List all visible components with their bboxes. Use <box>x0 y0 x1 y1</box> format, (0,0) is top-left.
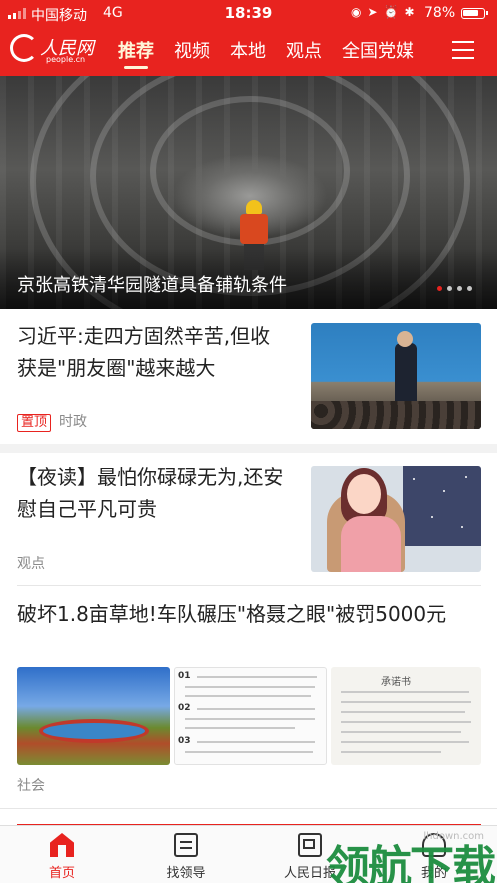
carousel-dot <box>447 286 452 291</box>
carousel-dot <box>437 286 442 291</box>
logo-emblem-icon <box>10 34 38 62</box>
tab-label: 人民日报 <box>283 866 336 881</box>
status-time: 18:39 <box>224 4 273 22</box>
crowd <box>311 401 481 429</box>
logo-domain: people.cn <box>46 55 86 64</box>
figure-dress <box>341 516 401 572</box>
article-image-pledge[interactable]: 承诺书 <box>331 667 481 765</box>
article-category: 观点 <box>17 556 45 572</box>
figure-body <box>395 343 417 403</box>
menu-icon[interactable] <box>452 41 474 59</box>
carousel-dots <box>437 286 472 291</box>
article-title[interactable]: 破坏1.8亩草地!车队碾压"格聂之眼"被罚5000元 <box>17 598 487 630</box>
doc-number: 01 <box>178 671 191 681</box>
battery-percent: 78% <box>424 5 456 21</box>
article-category: 时政 <box>59 414 88 430</box>
next-item-edge <box>0 808 497 827</box>
chat-icon <box>174 833 198 857</box>
night-window <box>403 466 481 546</box>
channel-tabs: 推荐 视频 本地 观点 全国党媒 <box>118 37 434 71</box>
doc-number: 02 <box>178 703 191 713</box>
tab-opinion[interactable]: 观点 <box>286 37 322 71</box>
user-icon <box>422 833 446 857</box>
tab-recommend[interactable]: 推荐 <box>118 37 154 71</box>
figure-face <box>347 474 381 514</box>
article-title[interactable]: 【夜读】最怕你碌碌无为,还安慰自己平凡可贵 <box>17 461 292 525</box>
pledge-heading: 承诺书 <box>381 677 411 688</box>
tab-mine[interactable]: 我的 <box>372 826 496 883</box>
section-divider <box>0 444 497 453</box>
figure-head <box>397 331 413 347</box>
article-image-grassland[interactable] <box>17 667 170 765</box>
home-icon <box>50 833 74 857</box>
doc-number: 03 <box>178 736 191 746</box>
tab-video[interactable]: 视频 <box>174 37 210 71</box>
article-category: 社会 <box>17 778 45 794</box>
tab-national-media[interactable]: 全国党媒 <box>342 37 414 71</box>
list-item[interactable]: 【夜读】最怕你碌碌无为,还安慰自己平凡可贵 观点 <box>0 453 497 585</box>
tab-find-leader[interactable]: 找领导 <box>124 826 248 883</box>
system-status-icons: ◉➤⏰✱ <box>351 5 421 19</box>
list-item[interactable]: 习近平:走四方固然辛苦,但收获是"朋友圈"越来越大 置顶 时政 <box>0 309 497 444</box>
article-title[interactable]: 习近平:走四方固然辛苦,但收获是"朋友圈"越来越大 <box>17 320 287 384</box>
article-meta: 置顶 时政 <box>17 411 87 432</box>
tab-label: 首页 <box>48 866 75 881</box>
tab-peoples-daily[interactable]: 人民日报 <box>248 826 372 883</box>
status-bar: 中国移动 4G 18:39 ◉➤⏰✱ 78% <box>0 0 497 26</box>
people-logo[interactable]: 人民网 people.cn <box>10 32 104 68</box>
pinned-badge: 置顶 <box>17 414 52 432</box>
carousel-dot <box>457 286 462 291</box>
tab-label: 找领导 <box>166 866 206 881</box>
carousel-dot <box>467 286 472 291</box>
tab-label: 我的 <box>420 866 447 881</box>
tab-local[interactable]: 本地 <box>230 37 266 71</box>
bottom-tab-bar: 首页 找领导 人民日报 我的 <box>0 825 497 883</box>
battery-icon <box>461 8 488 19</box>
article-image-document[interactable]: 01 02 03 <box>174 667 327 765</box>
newspaper-icon <box>298 833 322 857</box>
hero-carousel[interactable]: 京张高铁清华园隧道具备铺轨条件 <box>0 76 497 309</box>
header-bar: 中国移动 4G 18:39 ◉➤⏰✱ 78% 人民网 people.cn 推荐 … <box>0 0 497 76</box>
tab-home[interactable]: 首页 <box>0 826 124 883</box>
list-item[interactable]: 破坏1.8亩草地!车队碾压"格聂之眼"被罚5000元 01 02 03 承诺书 <box>0 586 497 810</box>
hero-caption[interactable]: 京张高铁清华园隧道具备铺轨条件 <box>17 271 287 297</box>
article-thumbnail[interactable] <box>311 323 481 429</box>
app-screen: 中国移动 4G 18:39 ◉➤⏰✱ 78% 人民网 people.cn 推荐 … <box>0 0 497 883</box>
article-thumbnail[interactable] <box>311 466 481 572</box>
